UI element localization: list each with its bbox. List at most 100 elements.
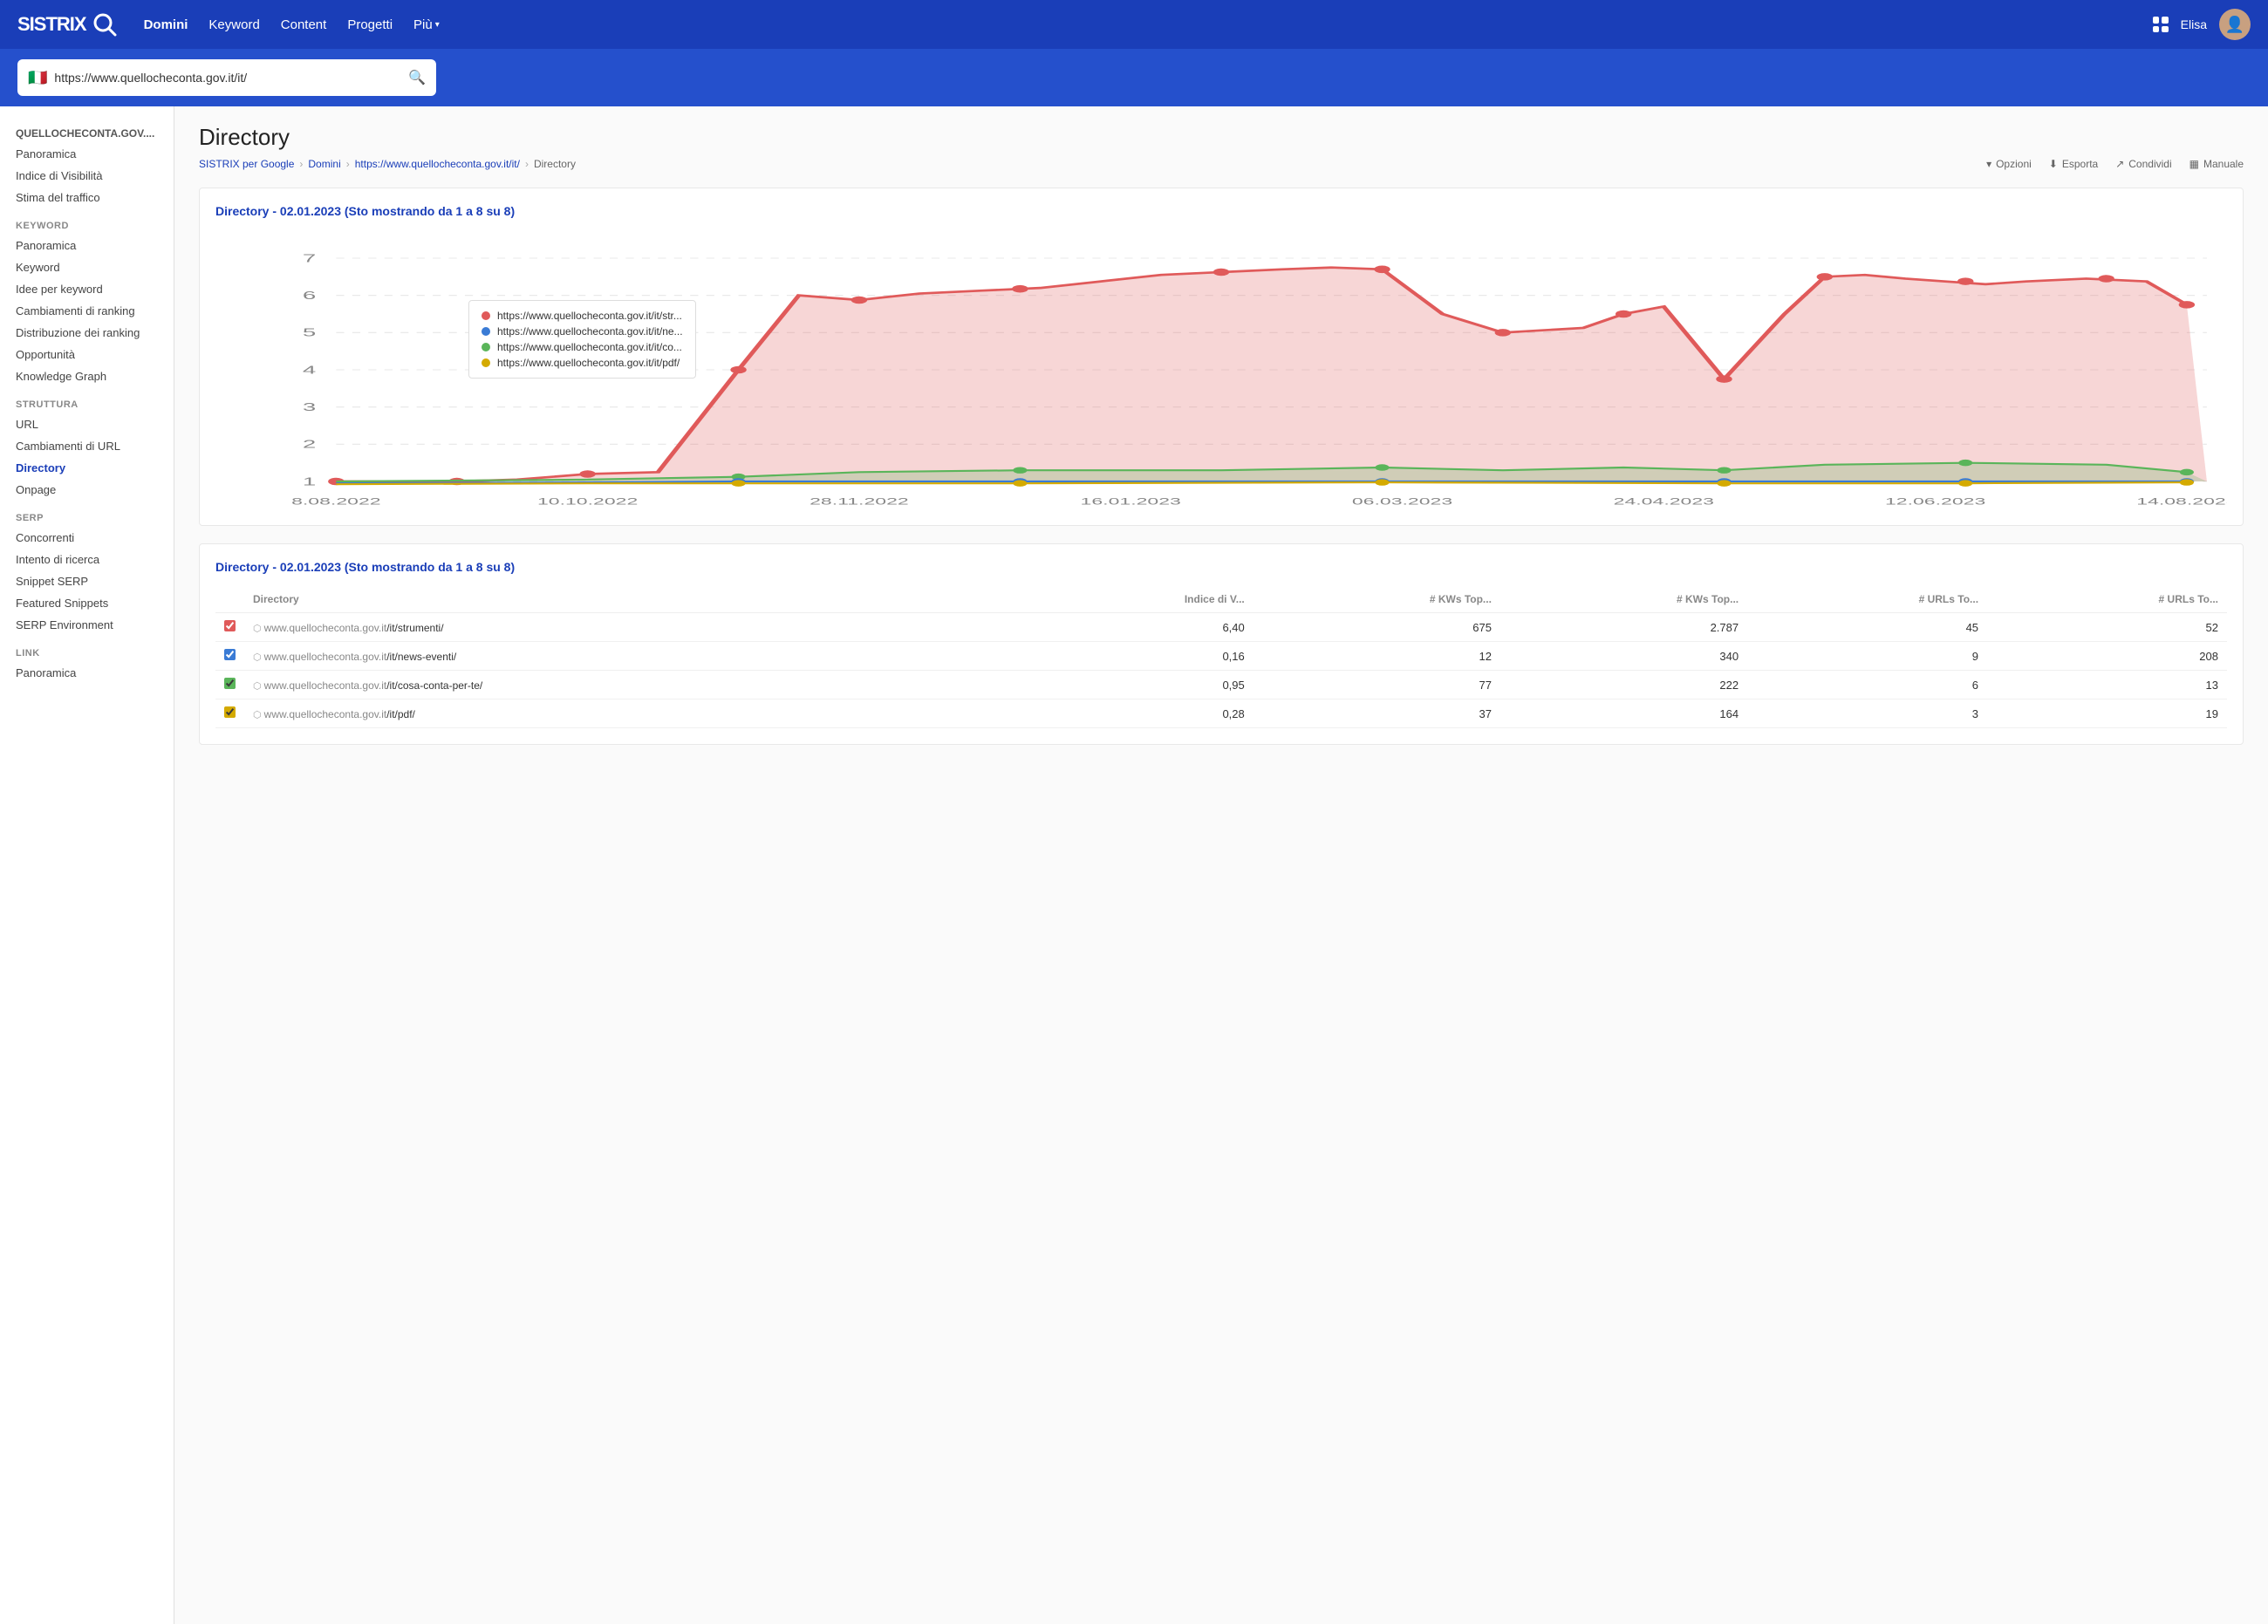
legend-label-yellow: https://www.quellocheconta.gov.it/it/pdf…: [497, 357, 680, 369]
sidebar-item-featured-snippets[interactable]: Featured Snippets: [0, 592, 174, 614]
cell-dir-1: ⬡ www.quellocheconta.gov.it/it/news-even…: [244, 642, 1012, 671]
search-input[interactable]: [54, 71, 401, 85]
checkbox-2[interactable]: [224, 678, 236, 689]
chart-wrap: https://www.quellocheconta.gov.it/it/str…: [215, 230, 2227, 509]
legend-dot-yellow: [482, 358, 490, 367]
sidebar-item-panoramica-top[interactable]: Panoramica: [0, 143, 174, 165]
cell-indice-1: 0,16: [1012, 642, 1253, 671]
sidebar-section-serp: SERP: [0, 501, 174, 527]
cell-checkbox-3[interactable]: [215, 699, 244, 728]
breadcrumb-domini[interactable]: Domini: [308, 158, 340, 170]
search-icon[interactable]: 🔍: [408, 69, 426, 86]
logo: SISTRIX: [17, 11, 118, 38]
legend-label-red: https://www.quellocheconta.gov.it/it/str…: [497, 310, 682, 322]
action-opzioni[interactable]: ▾ Opzioni: [1986, 158, 2032, 170]
cell-kws2-0: 2.787: [1500, 613, 1747, 642]
cell-kws2-1: 340: [1500, 642, 1747, 671]
cell-urls2-3: 19: [1987, 699, 2227, 728]
chart-section: Directory - 02.01.2023 (Sto mostrando da…: [199, 188, 2244, 526]
nav-keyword[interactable]: Keyword: [208, 17, 259, 32]
cell-kws1-3: 37: [1254, 699, 1500, 728]
nav-content[interactable]: Content: [281, 17, 327, 32]
legend-dot-blue: [482, 327, 490, 336]
sidebar-item-knowledge-graph[interactable]: Knowledge Graph: [0, 365, 174, 387]
data-table: Directory Indice di V... # KWs Top... # …: [215, 586, 2227, 728]
sidebar-item-directory[interactable]: Directory: [0, 457, 174, 479]
svg-text:4: 4: [303, 363, 316, 376]
sidebar-item-indice[interactable]: Indice di Visibilità: [0, 165, 174, 187]
cell-kws1-2: 77: [1254, 671, 1500, 699]
svg-text:16.01.2023: 16.01.2023: [1081, 496, 1181, 507]
sidebar-item-idee[interactable]: Idee per keyword: [0, 278, 174, 300]
cell-dir-0: ⬡ www.quellocheconta.gov.it/it/strumenti…: [244, 613, 1012, 642]
sidebar-item-serp-env[interactable]: SERP Environment: [0, 614, 174, 636]
sidebar-section-link: LINK: [0, 636, 174, 662]
sidebar-domain: QUELLOCHECONTA.GOV....: [0, 120, 174, 143]
sidebar-item-keyword[interactable]: Keyword: [0, 256, 174, 278]
svg-text:06.03.2023: 06.03.2023: [1352, 496, 1452, 507]
checkbox-1[interactable]: [224, 649, 236, 660]
th-urls2[interactable]: # URLs To...: [1987, 586, 2227, 613]
th-urls1[interactable]: # URLs To...: [1747, 586, 1987, 613]
svg-text:24.04.2023: 24.04.2023: [1614, 496, 1714, 507]
page-title: Directory: [199, 124, 2244, 151]
cell-checkbox-2[interactable]: [215, 671, 244, 699]
action-esporta[interactable]: ⬇ Esporta: [2049, 158, 2098, 170]
nav-links: Domini Keyword Content Progetti Più ▾: [144, 17, 2127, 32]
legend-dot-green: [482, 343, 490, 351]
breadcrumb-url[interactable]: https://www.quellocheconta.gov.it/it/: [355, 158, 520, 170]
cell-checkbox-0[interactable]: [215, 613, 244, 642]
nav-progetti[interactable]: Progetti: [347, 17, 393, 32]
sidebar-item-cambiamenti-ranking[interactable]: Cambiamenti di ranking: [0, 300, 174, 322]
sidebar-item-cambiamenti-url[interactable]: Cambiamenti di URL: [0, 435, 174, 457]
sidebar-item-concorrenti[interactable]: Concorrenti: [0, 527, 174, 549]
sidebar-item-onpage[interactable]: Onpage: [0, 479, 174, 501]
sidebar-item-intento[interactable]: Intento di ricerca: [0, 549, 174, 570]
sidebar-item-distribuzione[interactable]: Distribuzione dei ranking: [0, 322, 174, 344]
main-layout: QUELLOCHECONTA.GOV.... Panoramica Indice…: [0, 106, 2268, 1624]
th-directory[interactable]: Directory: [244, 586, 1012, 613]
svg-text:1: 1: [303, 474, 316, 488]
sidebar-item-snippet-serp[interactable]: Snippet SERP: [0, 570, 174, 592]
cell-kws1-0: 675: [1254, 613, 1500, 642]
sidebar-item-stima[interactable]: Stima del traffico: [0, 187, 174, 208]
legend-item-green: https://www.quellocheconta.gov.it/it/co.…: [482, 341, 683, 353]
action-condividi[interactable]: ↗ Condividi: [2115, 158, 2171, 170]
table-row: ⬡ www.quellocheconta.gov.it/it/pdf/ 0,28…: [215, 699, 2227, 728]
cell-urls2-1: 208: [1987, 642, 2227, 671]
th-kws1[interactable]: # KWs Top...: [1254, 586, 1500, 613]
svg-text:7: 7: [303, 251, 316, 264]
th-kws2[interactable]: # KWs Top...: [1500, 586, 1747, 613]
legend-item-yellow: https://www.quellocheconta.gov.it/it/pdf…: [482, 357, 683, 369]
th-indice[interactable]: Indice di V...: [1012, 586, 1253, 613]
cell-urls1-0: 45: [1747, 613, 1987, 642]
table-row: ⬡ www.quellocheconta.gov.it/it/strumenti…: [215, 613, 2227, 642]
cell-urls2-0: 52: [1987, 613, 2227, 642]
nav-piu[interactable]: Più ▾: [413, 17, 440, 32]
cell-urls1-1: 9: [1747, 642, 1987, 671]
legend-item-red: https://www.quellocheconta.gov.it/it/str…: [482, 310, 683, 322]
legend-label-blue: https://www.quellocheconta.gov.it/it/ne.…: [497, 325, 683, 338]
sidebar-item-opportunita[interactable]: Opportunità: [0, 344, 174, 365]
avatar[interactable]: 👤: [2219, 9, 2251, 40]
table-header-row: Directory Indice di V... # KWs Top... # …: [215, 586, 2227, 613]
grid-icon[interactable]: [2153, 17, 2169, 32]
cell-dir-3: ⬡ www.quellocheconta.gov.it/it/pdf/: [244, 699, 1012, 728]
breadcrumb-sistrix[interactable]: SISTRIX per Google: [199, 158, 294, 170]
table-row: ⬡ www.quellocheconta.gov.it/it/news-even…: [215, 642, 2227, 671]
th-checkbox: [215, 586, 244, 613]
legend-label-green: https://www.quellocheconta.gov.it/it/co.…: [497, 341, 682, 353]
cell-checkbox-1[interactable]: [215, 642, 244, 671]
cell-dir-2: ⬡ www.quellocheconta.gov.it/it/cosa-cont…: [244, 671, 1012, 699]
nav-domini[interactable]: Domini: [144, 17, 188, 32]
sidebar-item-panoramica-kw[interactable]: Panoramica: [0, 235, 174, 256]
chart-title: Directory - 02.01.2023 (Sto mostrando da…: [215, 204, 2227, 218]
action-manuale[interactable]: ▦ Manuale: [2189, 158, 2244, 170]
sidebar-item-url[interactable]: URL: [0, 413, 174, 435]
sidebar-item-panoramica-link[interactable]: Panoramica: [0, 662, 174, 684]
checkbox-0[interactable]: [224, 620, 236, 631]
svg-text:12.06.2023: 12.06.2023: [1885, 496, 1985, 507]
chart-legend: https://www.quellocheconta.gov.it/it/str…: [468, 300, 696, 379]
checkbox-3[interactable]: [224, 706, 236, 718]
cell-urls1-2: 6: [1747, 671, 1987, 699]
